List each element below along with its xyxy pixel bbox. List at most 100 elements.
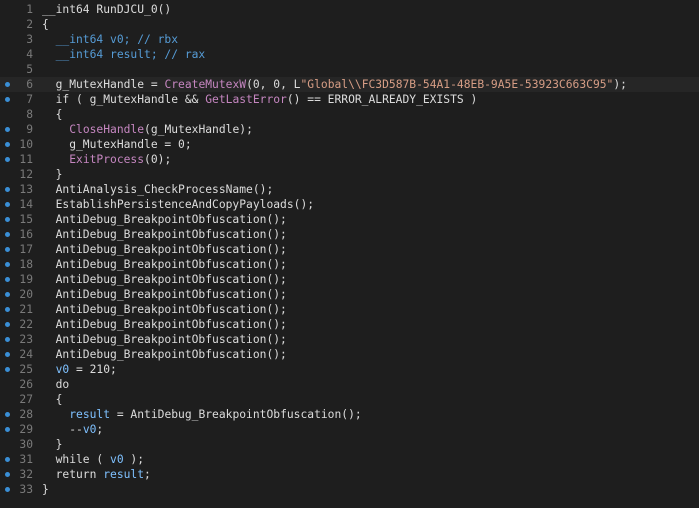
code-token[interactable]: if ( g_MutexHandle && [42, 93, 205, 106]
code-text[interactable]: __int64 v0; // rbx [42, 32, 178, 47]
code-token[interactable]: AntiDebug_BreakpointObfuscation(); [42, 243, 287, 256]
breakpoint-dot-icon[interactable] [5, 187, 10, 192]
breakpoint-dot-icon[interactable] [5, 367, 10, 372]
breakpoint-dot-icon[interactable] [5, 307, 10, 312]
code-line[interactable]: 30 } [0, 437, 699, 452]
code-text[interactable]: result = AntiDebug_BreakpointObfuscation… [42, 407, 362, 422]
code-line[interactable]: 2{ [0, 17, 699, 32]
code-line[interactable]: 29 --v0; [0, 422, 699, 437]
code-line[interactable]: 13 AntiAnalysis_CheckProcessName(); [0, 182, 699, 197]
code-text[interactable]: AntiDebug_BreakpointObfuscation(); [42, 302, 287, 317]
code-token[interactable]: -- [42, 423, 83, 436]
code-token[interactable]: g_MutexHandle = [42, 78, 164, 91]
breakpoint-dot-icon[interactable] [5, 472, 10, 477]
code-line[interactable]: 10 g_MutexHandle = 0; [0, 137, 699, 152]
code-text[interactable]: AntiDebug_BreakpointObfuscation(); [42, 332, 287, 347]
code-line[interactable]: 6 g_MutexHandle = CreateMutexW(0, 0, L"G… [0, 77, 699, 92]
code-token[interactable]: } [42, 438, 63, 451]
code-token[interactable]: v0 [56, 363, 70, 376]
code-line[interactable]: 7 if ( g_MutexHandle && GetLastError() =… [0, 92, 699, 107]
code-token[interactable]: = AntiDebug_BreakpointObfuscation(); [110, 408, 362, 421]
code-line[interactable]: 20 AntiDebug_BreakpointObfuscation(); [0, 287, 699, 302]
code-line[interactable]: 9 CloseHandle(g_MutexHandle); [0, 122, 699, 137]
code-text[interactable]: { [42, 107, 63, 122]
code-token[interactable] [42, 408, 69, 421]
breakpoint-dot-icon[interactable] [5, 247, 10, 252]
code-token[interactable]: AntiDebug_BreakpointObfuscation(); [42, 303, 287, 316]
code-text[interactable]: do [42, 377, 70, 392]
code-token[interactable] [42, 123, 69, 136]
code-text[interactable]: AntiAnalysis_CheckProcessName(); [42, 182, 274, 197]
code-token[interactable]: AntiDebug_BreakpointObfuscation(); [42, 333, 287, 346]
breakpoint-dot-icon[interactable] [5, 337, 10, 342]
code-token[interactable]: (0, 0, L [246, 78, 300, 91]
code-token[interactable]: __int64 v0; // rbx [42, 33, 178, 46]
code-token[interactable]: AntiDebug_BreakpointObfuscation(); [42, 213, 287, 226]
code-token[interactable]: ); [613, 78, 627, 91]
breakpoint-dot-icon[interactable] [5, 352, 10, 357]
code-text[interactable]: { [42, 17, 49, 32]
code-line[interactable]: 33} [0, 482, 699, 497]
code-text[interactable]: __int64 RunDJCU_0() [42, 2, 171, 17]
code-text[interactable]: ExitProcess(0); [42, 152, 171, 167]
code-text[interactable]: while ( v0 ); [42, 452, 144, 467]
code-text[interactable]: if ( g_MutexHandle && GetLastError() == … [42, 92, 478, 107]
breakpoint-dot-icon[interactable] [5, 97, 10, 102]
code-text[interactable]: AntiDebug_BreakpointObfuscation(); [42, 347, 287, 362]
code-token[interactable]: ExitProcess [69, 153, 144, 166]
code-token[interactable]: AntiDebug_BreakpointObfuscation(); [42, 318, 287, 331]
breakpoint-dot-icon[interactable] [5, 82, 10, 87]
code-token[interactable]: (0); [144, 153, 171, 166]
code-token[interactable]: result [69, 408, 110, 421]
code-line[interactable]: 8 { [0, 107, 699, 122]
code-token[interactable]: __int64 result; // rax [42, 48, 206, 61]
code-token[interactable]: { [42, 108, 63, 121]
code-line[interactable]: 14 EstablishPersistenceAndCopyPayloads()… [0, 197, 699, 212]
code-text[interactable]: AntiDebug_BreakpointObfuscation(); [42, 272, 287, 287]
code-token[interactable]: AntiDebug_BreakpointObfuscation(); [42, 288, 287, 301]
breakpoint-dot-icon[interactable] [5, 157, 10, 162]
code-text[interactable]: return result; [42, 467, 151, 482]
code-line[interactable]: 11 ExitProcess(0); [0, 152, 699, 167]
code-token[interactable]: EstablishPersistenceAndCopyPayloads(); [42, 198, 314, 211]
code-line[interactable]: 23 AntiDebug_BreakpointObfuscation(); [0, 332, 699, 347]
code-token[interactable]: CreateMutexW [164, 78, 246, 91]
code-line[interactable]: 1 __int64 RunDJCU_0() [0, 2, 699, 17]
breakpoint-dot-icon[interactable] [5, 127, 10, 132]
code-text[interactable]: AntiDebug_BreakpointObfuscation(); [42, 287, 287, 302]
code-token[interactable]: GetLastError [205, 93, 287, 106]
code-line[interactable]: 25 v0 = 210; [0, 362, 699, 377]
code-text[interactable]: AntiDebug_BreakpointObfuscation(); [42, 212, 287, 227]
code-token[interactable]: v0 [110, 453, 124, 466]
code-line[interactable]: 5 [0, 62, 699, 77]
code-token[interactable]: AntiDebug_BreakpointObfuscation(); [42, 273, 287, 286]
code-token[interactable]: AntiDebug_BreakpointObfuscation(); [42, 258, 287, 271]
breakpoint-dot-icon[interactable] [5, 412, 10, 417]
breakpoint-dot-icon[interactable] [5, 262, 10, 267]
code-token[interactable]: (g_MutexHandle); [144, 123, 253, 136]
code-token[interactable]: { [42, 393, 63, 406]
code-text[interactable]: CloseHandle(g_MutexHandle); [42, 122, 253, 137]
breakpoint-dot-icon[interactable] [5, 292, 10, 297]
code-text[interactable]: AntiDebug_BreakpointObfuscation(); [42, 257, 287, 272]
code-token[interactable]: { [42, 18, 49, 31]
code-token[interactable]: ; [144, 468, 151, 481]
breakpoint-dot-icon[interactable] [5, 142, 10, 147]
code-text[interactable]: } [42, 437, 63, 452]
code-token[interactable]: ; [96, 423, 103, 436]
code-line[interactable]: 16 AntiDebug_BreakpointObfuscation(); [0, 227, 699, 242]
code-text[interactable]: } [42, 482, 49, 497]
code-token[interactable]: AntiDebug_BreakpointObfuscation(); [42, 228, 287, 241]
code-token[interactable]: AntiDebug_BreakpointObfuscation(); [42, 348, 287, 361]
breakpoint-dot-icon[interactable] [5, 427, 10, 432]
code-token[interactable] [42, 153, 69, 166]
code-token[interactable]: "Global\\FC3D587B-54A1-48EB-9A5E-53923C6… [300, 78, 613, 91]
code-token[interactable]: } [42, 483, 49, 496]
code-text[interactable]: EstablishPersistenceAndCopyPayloads(); [42, 197, 314, 212]
code-text[interactable]: AntiDebug_BreakpointObfuscation(); [42, 227, 287, 242]
breakpoint-dot-icon[interactable] [5, 217, 10, 222]
breakpoint-dot-icon[interactable] [5, 322, 10, 327]
code-line[interactable]: 21 AntiDebug_BreakpointObfuscation(); [0, 302, 699, 317]
code-token[interactable]: v0 [83, 423, 97, 436]
breakpoint-dot-icon[interactable] [5, 232, 10, 237]
